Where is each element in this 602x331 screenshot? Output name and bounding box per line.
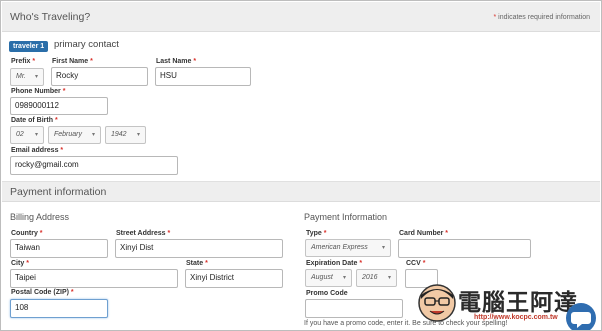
traveler-badge: traveler 1 (9, 41, 49, 52)
billing-address-title: Billing Address (10, 212, 70, 222)
phone-label: Phone Number * (11, 88, 66, 95)
exp-month-select[interactable]: August ▾ (305, 269, 352, 287)
watermark-url: http://www.kocpc.com.tw (474, 314, 558, 321)
street-address-label: Street Address * (116, 230, 171, 237)
promo-code-input[interactable] (305, 299, 403, 318)
promo-code-hint: If you have a promo code, enter it. Be s… (304, 320, 508, 327)
email-label: Email address * (11, 147, 64, 154)
last-name-input[interactable]: HSU (155, 67, 251, 86)
postal-code-label: Postal Code (ZIP) * (11, 289, 74, 296)
first-name-input[interactable]: Rocky (51, 67, 148, 86)
first-name-label: First Name * (52, 58, 93, 65)
card-type-select[interactable]: American Express ▾ (305, 239, 391, 257)
chevron-down-icon: ▾ (387, 275, 391, 281)
primary-contact-label: primary contact (54, 39, 119, 50)
dob-year-select[interactable]: 1942 ▾ (105, 126, 146, 144)
promo-code-label: Promo Code (306, 290, 348, 297)
card-number-input[interactable] (398, 239, 531, 258)
chevron-down-icon: ▾ (342, 275, 346, 281)
payment-section-title: Payment information (10, 186, 107, 198)
street-address-input[interactable]: Xinyi Dist (115, 239, 283, 258)
payment-information-title: Payment Information (304, 212, 388, 222)
city-input[interactable]: Taipei (10, 269, 178, 288)
booking-form: Who's Traveling? * indicates required in… (0, 0, 602, 331)
phone-input[interactable]: 0989000112 (10, 97, 108, 115)
watermark-title: 電腦王阿達 (458, 290, 578, 316)
country-label: Country * (11, 230, 43, 237)
exp-year-select[interactable]: 2016 ▾ (356, 269, 397, 287)
state-label: State * (186, 260, 208, 267)
ccv-label: CCV * (406, 260, 426, 267)
chevron-down-icon: ▾ (34, 132, 38, 138)
chevron-down-icon: ▾ (136, 132, 140, 138)
mascot-avatar-icon (417, 283, 457, 323)
prefix-select[interactable]: Mr. ▾ (10, 68, 44, 86)
dob-label: Date of Birth * (11, 117, 58, 124)
travelers-section-title: Who's Traveling? (10, 11, 91, 23)
country-input[interactable]: Taiwan (10, 239, 108, 258)
chevron-down-icon: ▾ (34, 74, 38, 80)
chat-bubble-icon (571, 312, 591, 328)
expiration-date-label: Expiration Date * (306, 260, 363, 267)
postal-code-input[interactable]: 108 (10, 299, 108, 318)
dob-day-select[interactable]: 02 ▾ (10, 126, 44, 144)
chat-button[interactable] (566, 303, 596, 330)
chevron-down-icon: ▾ (91, 132, 95, 138)
card-type-label: Type * (306, 230, 327, 237)
email-input[interactable]: rocky@gmail.com (10, 156, 178, 175)
card-number-label: Card Number * (399, 230, 449, 237)
dob-month-select[interactable]: February ▾ (48, 126, 101, 144)
payment-section-header: Payment information (2, 181, 600, 202)
required-note: * indicates required information (493, 14, 590, 21)
state-input[interactable]: Xinyi District (185, 269, 283, 288)
city-label: City * (11, 260, 29, 267)
chevron-down-icon: ▾ (381, 245, 385, 251)
prefix-label: Prefix * (11, 58, 36, 65)
last-name-label: Last Name * (156, 58, 197, 65)
travelers-section-header: Who's Traveling? * indicates required in… (2, 2, 600, 32)
